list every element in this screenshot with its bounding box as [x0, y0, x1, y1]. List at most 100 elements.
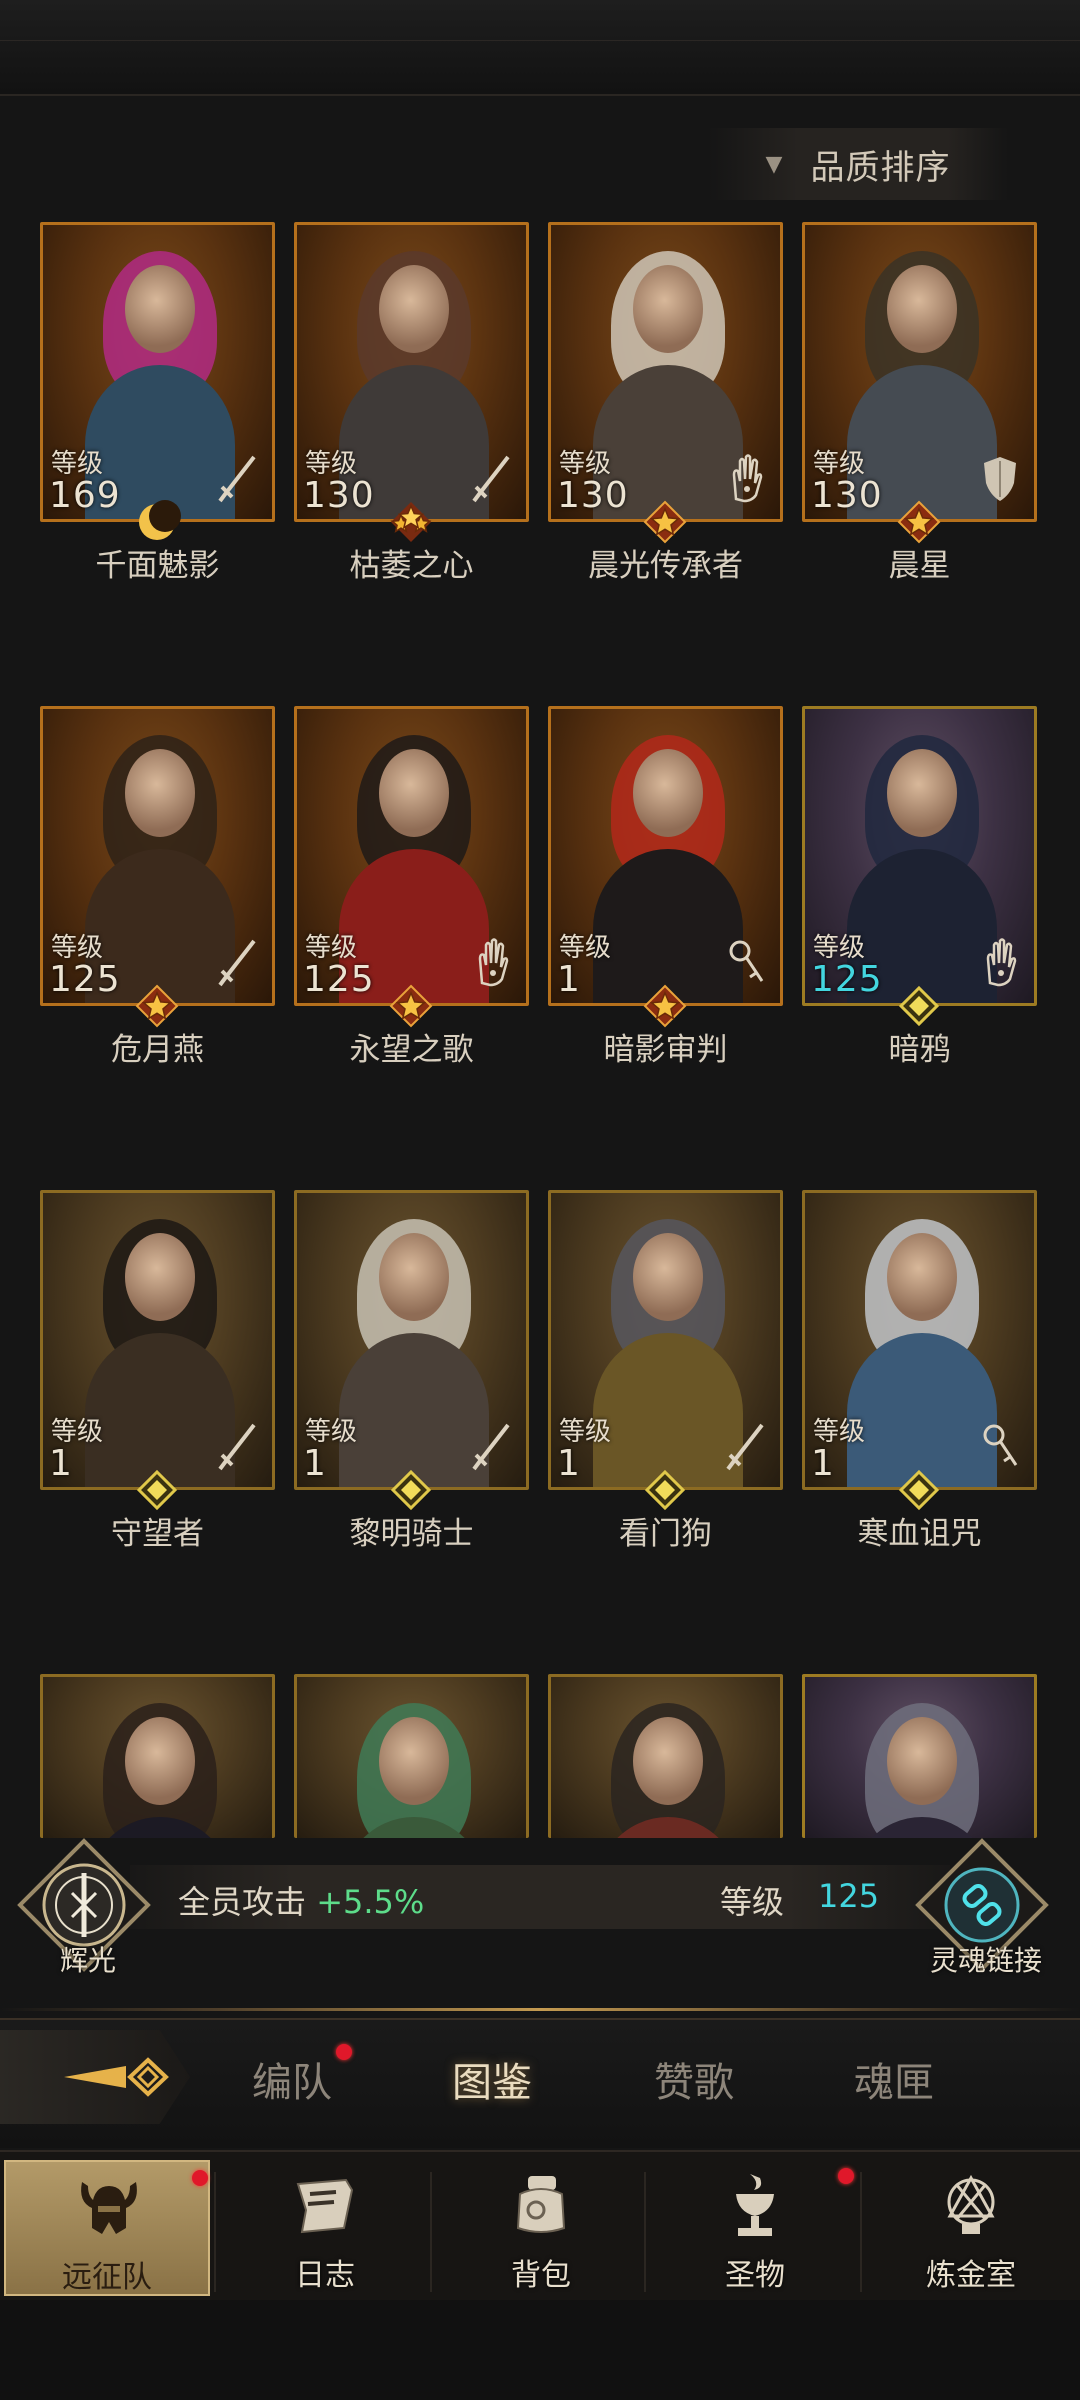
triangle-down-icon: ▼ — [765, 151, 783, 177]
soul-link-level-value: 125 — [818, 1877, 880, 1915]
nav-label: 背包 — [511, 2258, 571, 2293]
hero-level: 1 — [303, 1443, 327, 1484]
hero-figure — [339, 1703, 489, 1838]
hero-figure — [85, 251, 235, 519]
hero-portrait — [40, 1674, 275, 1838]
hero-level: 130 — [303, 475, 375, 516]
hero-name: 看门狗 — [619, 1516, 712, 1552]
quality-sort-button[interactable]: ▼ 品质排序 — [708, 128, 1008, 200]
sword-icon — [472, 453, 512, 503]
bottom-navigation: 远征队 日志 背包 圣物 炼金室 — [0, 2150, 1080, 2300]
sword-icon — [218, 1421, 258, 1471]
hero-level: 1 — [811, 1443, 835, 1484]
hero-level: 1 — [557, 1443, 581, 1484]
hero-portrait: 等级 1 — [548, 1190, 783, 1490]
tab-1[interactable]: 图鉴 — [452, 2050, 532, 2108]
hero-name: 晨星 — [888, 548, 951, 584]
star-icon — [387, 982, 435, 1030]
hero-figure — [339, 251, 489, 519]
hero-level: 1 — [557, 959, 581, 1000]
hero-figure — [339, 1219, 489, 1487]
hero-portrait: 等级 1 — [40, 1190, 275, 1490]
hero-name: 永望之歌 — [349, 1032, 474, 1068]
hero-name: 危月燕 — [111, 1032, 204, 1068]
radiance-emblem[interactable]: 辉光 — [14, 1835, 154, 1977]
hero-figure — [593, 251, 743, 519]
hero-figure — [85, 735, 235, 1003]
moon-icon — [133, 498, 181, 546]
nav-separator — [644, 2172, 646, 2292]
palm-icon — [726, 453, 766, 503]
star-icon — [641, 498, 689, 546]
collection-bonus-bar: 辉光 全员攻击 +5.5% 等级 125 灵魂链接 — [0, 1835, 1080, 1977]
nav-label: 炼金室 — [926, 2258, 1016, 2293]
tab-2[interactable]: 赞歌 — [654, 2050, 734, 2108]
nav-item-1[interactable]: 日志 — [222, 2160, 428, 2296]
arrow-diamond-icon — [64, 2057, 169, 2097]
hero-portrait — [548, 1674, 783, 1838]
diamond-icon — [895, 982, 943, 1030]
hero-figure — [847, 735, 997, 1003]
hero-figure — [85, 1703, 235, 1838]
star-icon — [641, 982, 689, 1030]
top-header — [0, 0, 1080, 96]
hero-portrait: 等级 125 — [802, 706, 1037, 1006]
hero-figure — [847, 1703, 997, 1838]
hero-name: 千面魅影 — [95, 548, 220, 584]
diamond-icon — [641, 1466, 689, 1514]
hero-portrait: 等级 1 — [548, 706, 783, 1006]
sword-icon — [218, 453, 258, 503]
soul-link-level-label: 等级 — [720, 1883, 785, 1921]
tab-3[interactable]: 魂匣 — [854, 2050, 934, 2108]
horned-helmet-icon — [74, 2172, 144, 2242]
nav-label: 圣物 — [725, 2258, 785, 2293]
hero-portrait: 等级 130 — [548, 222, 783, 522]
nav-label: 日志 — [295, 2258, 355, 2293]
hero-portrait: 等级 1 — [802, 1190, 1037, 1490]
triple-star-icon — [387, 498, 435, 546]
star-icon — [895, 498, 943, 546]
nav-item-4[interactable]: 炼金室 — [868, 2160, 1074, 2296]
scroll-icon — [290, 2170, 360, 2240]
nav-item-2[interactable]: 背包 — [438, 2160, 644, 2296]
nav-item-3[interactable]: 圣物 — [652, 2160, 858, 2296]
hero-portrait: 等级 1 — [294, 1190, 529, 1490]
key-icon — [980, 1421, 1020, 1471]
soul-link-label: 灵魂链接 — [930, 1944, 1043, 1977]
soul-link-emblem[interactable]: 灵魂链接 — [912, 1835, 1052, 1977]
bonus-description: 全员攻击 +5.5% — [178, 1877, 424, 1923]
palm-icon — [472, 937, 512, 987]
hero-level: 1 — [49, 1443, 73, 1484]
collection-tab-bar: 编队 图鉴 赞歌 魂匣 — [0, 2008, 1080, 2148]
nav-separator — [430, 2172, 432, 2292]
back-button[interactable] — [0, 2030, 190, 2124]
hero-figure — [85, 1219, 235, 1487]
hero-portrait: 等级 125 — [294, 706, 529, 1006]
hero-name: 暗影审判 — [603, 1032, 728, 1068]
bonus-value: +5.5% — [316, 1883, 425, 1921]
chalice-icon — [720, 2170, 790, 2240]
hero-portrait: 等级 130 — [802, 222, 1037, 522]
bonus-text: 全员攻击 — [178, 1883, 307, 1921]
hero-name: 暗鸦 — [888, 1032, 951, 1068]
nav-item-0[interactable]: 远征队 — [4, 2160, 210, 2296]
hero-figure — [847, 251, 997, 519]
tab-0[interactable]: 编队 — [252, 2050, 332, 2108]
diamond-icon — [387, 1466, 435, 1514]
notification-dot — [192, 2170, 208, 2186]
diamond-icon — [133, 1466, 181, 1514]
hero-level: 125 — [303, 959, 375, 1000]
hero-level: 125 — [811, 959, 883, 1000]
hero-portrait: 等级 125 — [40, 706, 275, 1006]
nav-separator — [214, 2172, 216, 2292]
hero-name: 枯萎之心 — [349, 548, 474, 584]
hero-figure — [593, 735, 743, 1003]
radiance-label: 辉光 — [60, 1944, 117, 1977]
hero-figure — [339, 735, 489, 1003]
palm-icon — [980, 937, 1020, 987]
key-icon — [726, 937, 766, 987]
shield-icon — [980, 453, 1020, 503]
hero-level: 125 — [49, 959, 121, 1000]
nav-separator — [860, 2172, 862, 2292]
alchemy-icon — [936, 2170, 1006, 2240]
